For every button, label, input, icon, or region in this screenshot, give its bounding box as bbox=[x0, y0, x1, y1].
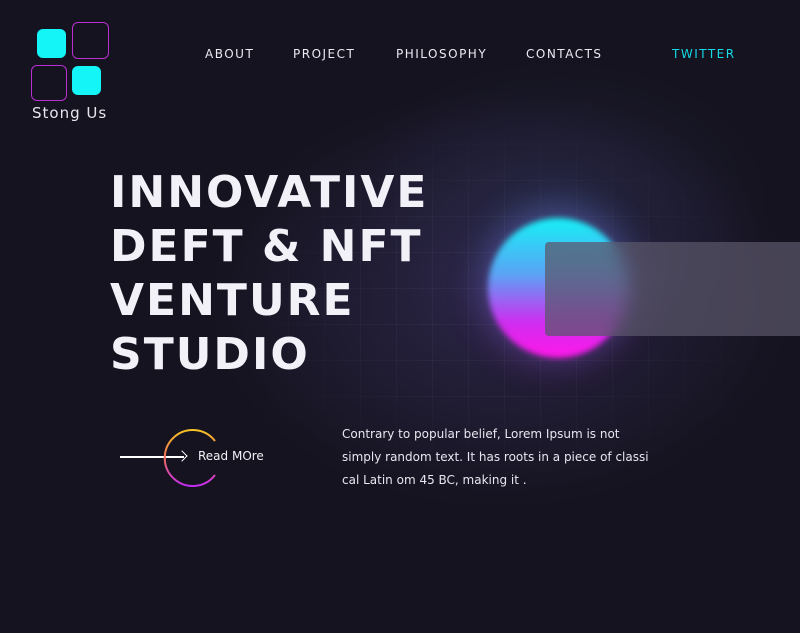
read-more-button[interactable]: Read MOre bbox=[118, 427, 278, 489]
main-nav: ABOUT PROJECT PHILOSOPHY CONTACTS TWITTE… bbox=[0, 47, 800, 63]
read-more-label: Read MOre bbox=[198, 449, 264, 463]
glass-panel bbox=[545, 242, 800, 336]
nav-project[interactable]: PROJECT bbox=[293, 47, 355, 61]
logo-square-cyan-bottom bbox=[72, 66, 101, 95]
nav-twitter[interactable]: TWITTER bbox=[672, 47, 736, 61]
hero-line: DEFT & NFT bbox=[110, 221, 423, 272]
nav-about[interactable]: ABOUT bbox=[205, 47, 254, 61]
hero-heading: INNOVATIVE DEFT & NFT VENTURE STUDIO bbox=[110, 166, 490, 382]
hero-line: STUDIO bbox=[110, 329, 310, 380]
logo-square-outline-bottom bbox=[31, 65, 67, 101]
brand-name: Stong Us bbox=[32, 104, 108, 122]
nav-philosophy[interactable]: PHILOSOPHY bbox=[396, 47, 487, 61]
nav-contacts[interactable]: CONTACTS bbox=[526, 47, 603, 61]
hero-line: VENTURE bbox=[110, 275, 355, 326]
description-line: Contrary to popular belief, Lorem Ipsum … bbox=[342, 427, 620, 441]
brand-logo[interactable]: Stong Us bbox=[31, 22, 111, 122]
hero-line: INNOVATIVE bbox=[110, 167, 429, 218]
description-line: simply random text. It has roots in a pi… bbox=[342, 450, 649, 464]
hero-description: Contrary to popular belief, Lorem Ipsum … bbox=[342, 423, 672, 492]
description-line: cal Latin om 45 BC, making it . bbox=[342, 473, 527, 487]
